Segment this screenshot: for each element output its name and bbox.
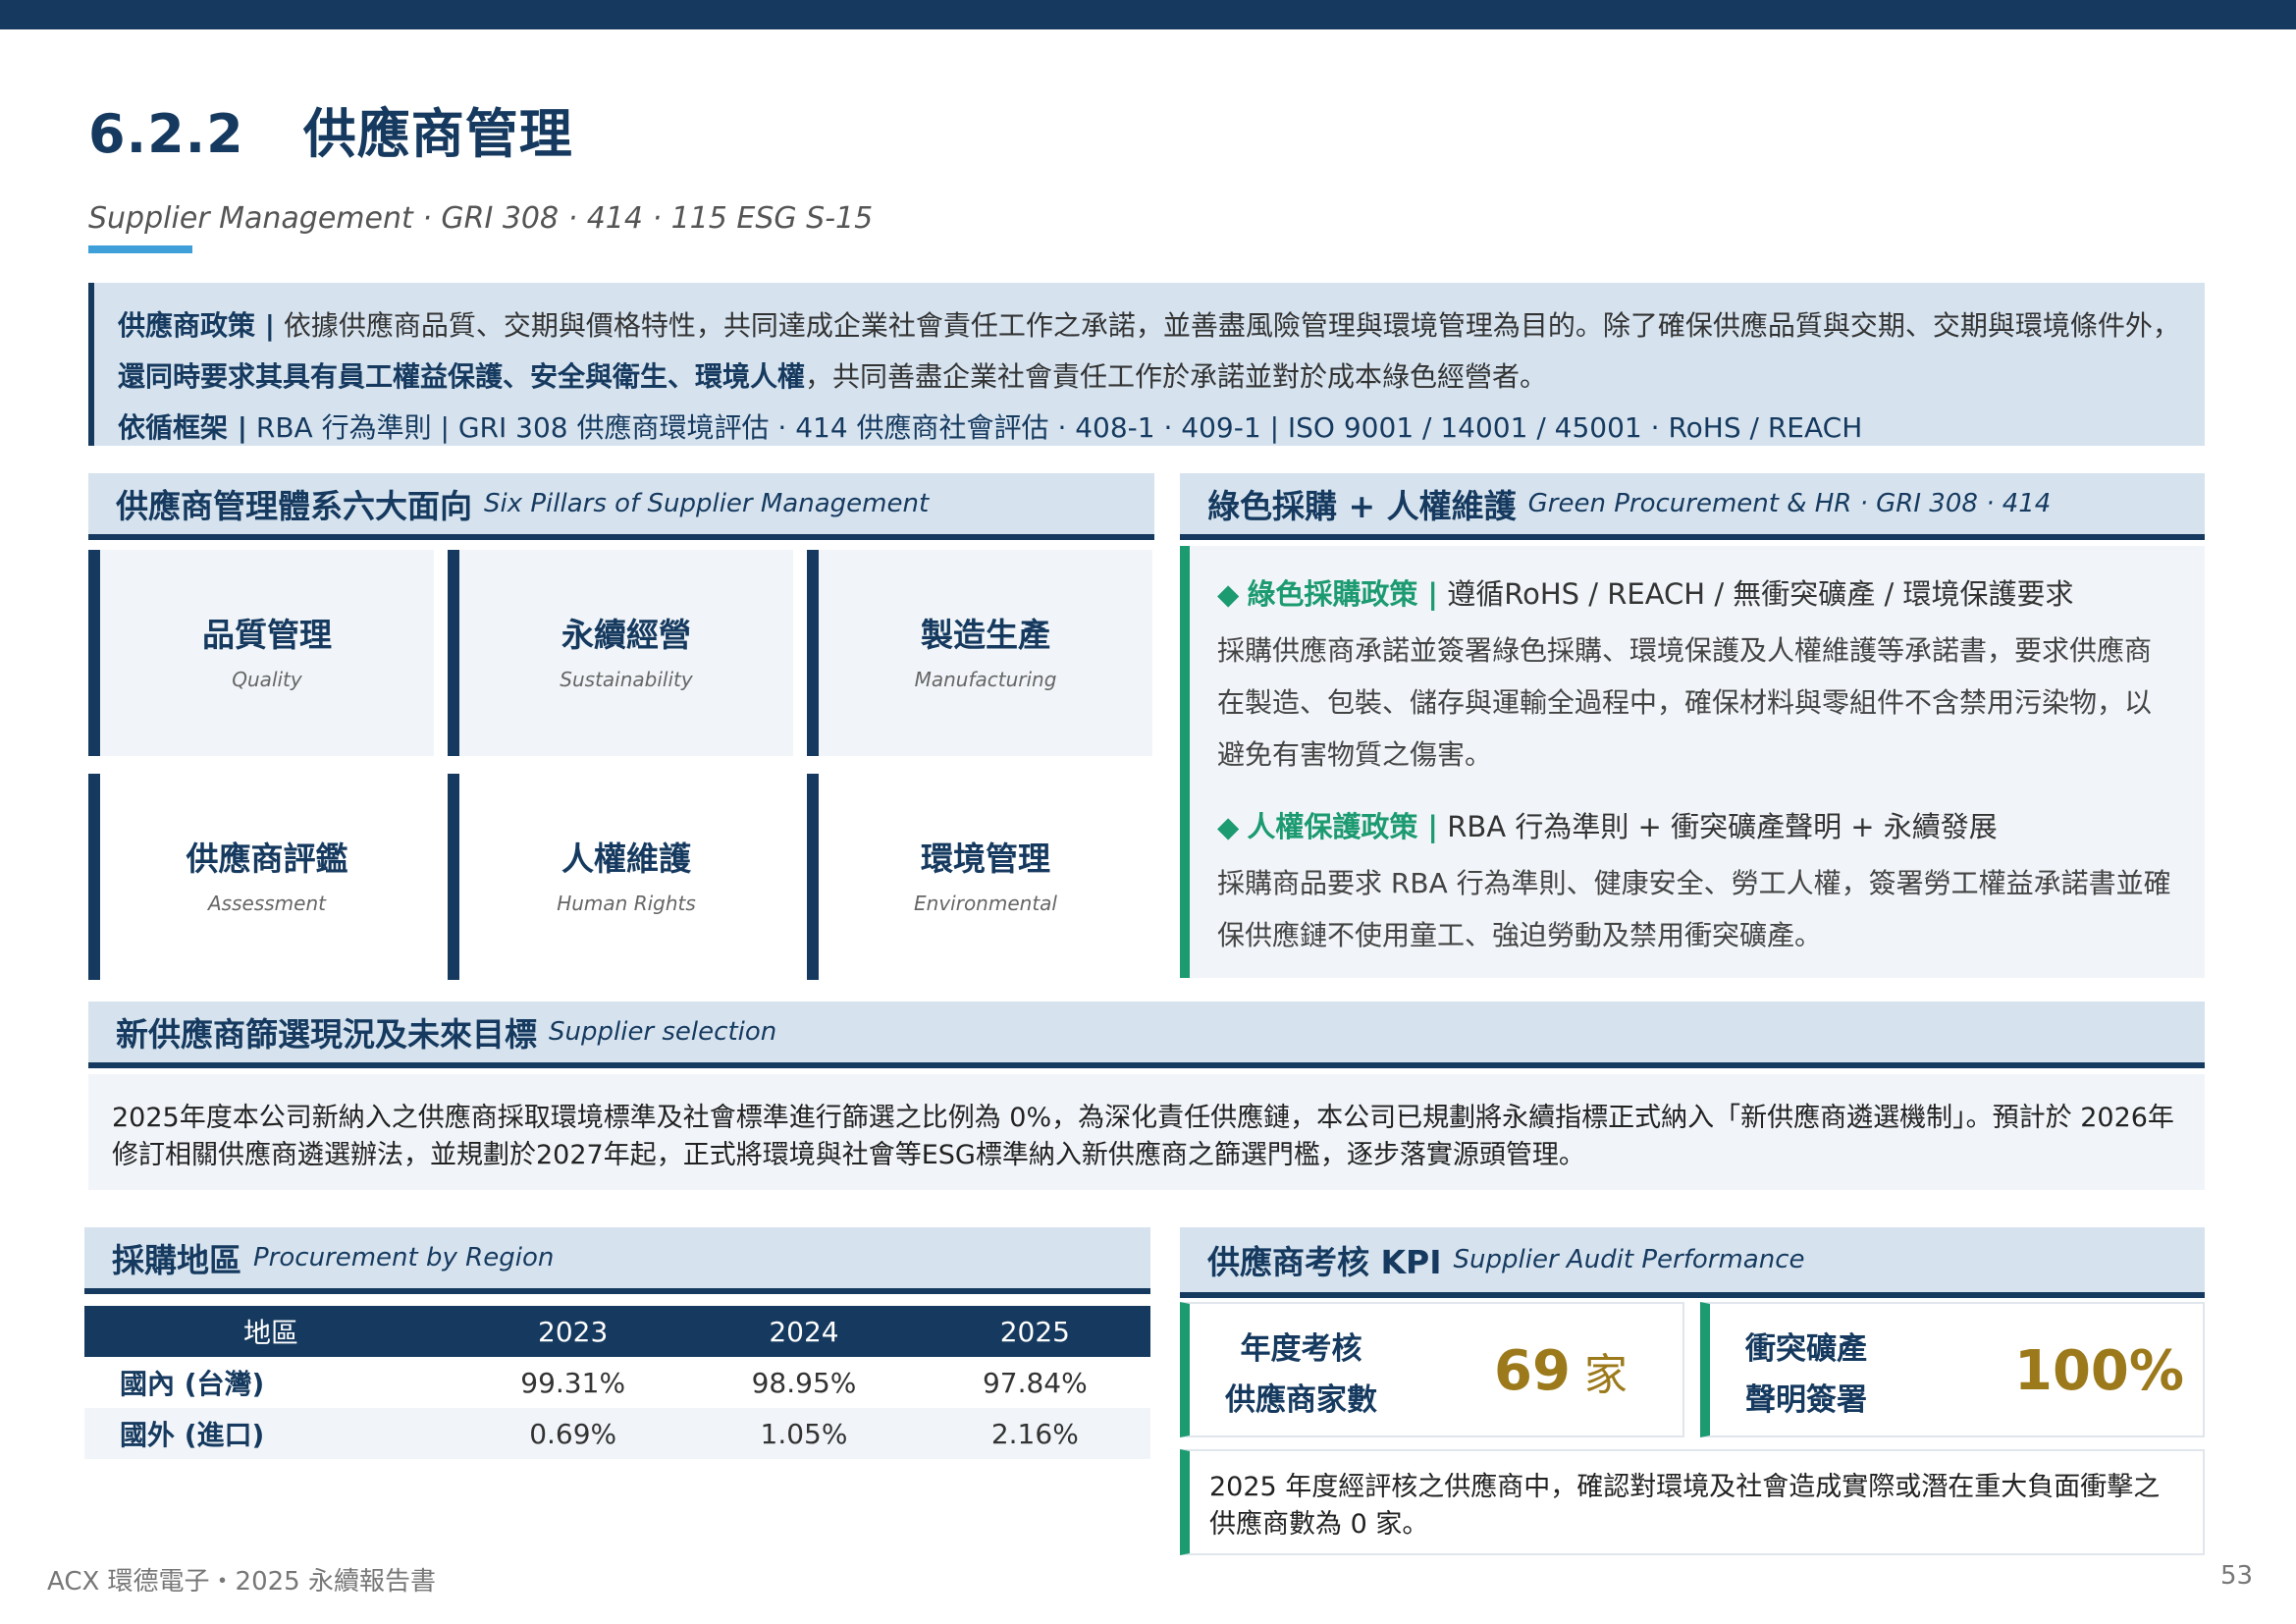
pillar-subtitle: Manufacturing	[914, 668, 1057, 691]
kpi-note: 2025 年度經評核之供應商中，確認對環境及社會造成實際或潛在重大負面衝擊之供應…	[1180, 1449, 2205, 1555]
kpi-label: 衝突礦產 聲明簽署	[1745, 1324, 1867, 1426]
col-header-region: 地區	[84, 1306, 457, 1357]
footer-report-name: ACX 環德電子・2025 永續報告書	[47, 1567, 436, 1597]
region-title-zh: 採購地區	[112, 1241, 241, 1279]
region-table: 地區 2023 2024 2025 國內 (台灣) 99.31% 98.95% …	[84, 1306, 1150, 1459]
pillar-subtitle: Human Rights	[557, 892, 696, 915]
pillar-manufacturing: 製造生產 Manufacturing	[807, 550, 1152, 756]
pillars-header: 供應商管理體系六大面向 Six Pillars of Supplier Mana…	[88, 473, 1154, 540]
page-subtitle: Supplier Management · GRI 308 · 414 · 11…	[88, 201, 874, 236]
page-number: 53	[2220, 1561, 2254, 1591]
pillar-sustainability: 永續經營 Sustainability	[448, 550, 793, 756]
hr-policy-body: 採購商品要求 RBA 行為準則、健康安全、勞工人權，簽署勞工權益承諾書並確保供應…	[1217, 867, 2171, 951]
diamond-bullet-icon: ◆	[1217, 810, 1240, 843]
kpi-label-line: 供應商家數	[1225, 1382, 1377, 1418]
green-policy-title: 綠色採購政策 |	[1247, 577, 1439, 611]
col-header-2023: 2023	[457, 1306, 689, 1357]
table-row: 國外 (進口) 0.69% 1.05% 2.16%	[84, 1408, 1150, 1459]
table-cell: 99.31%	[520, 1366, 626, 1399]
screening-title-en: Supplier selection	[549, 1017, 777, 1047]
screening-body: 2025年度本公司新納入之供應商採取環境標準及社會標準進行篩選之比例為 0%，為…	[88, 1074, 2205, 1190]
kpi-label-line: 聲明簽署	[1745, 1382, 1867, 1418]
table-header-row: 地區 2023 2024 2025	[84, 1306, 1150, 1357]
kpi-value: 69 家	[1494, 1339, 1628, 1403]
kpi-card-conflict-minerals: 衝突礦產 聲明簽署 100%	[1700, 1302, 2205, 1437]
pillar-subtitle: Environmental	[914, 892, 1057, 915]
hr-policy-subhead: RBA 行為準則 + 衝突礦產聲明 + 永續發展	[1438, 810, 1998, 843]
pillars-title-zh: 供應商管理體系六大面向	[116, 487, 472, 525]
pillar-title: 環境管理	[921, 839, 1050, 878]
section-title: 供應商管理	[302, 103, 573, 165]
region-header: 採購地區 Procurement by Region	[84, 1227, 1150, 1294]
pillar-environmental: 環境管理 Environmental	[807, 774, 1152, 980]
pillar-assessment: 供應商評鑑 Assessment	[88, 774, 434, 980]
pillar-title: 供應商評鑑	[186, 839, 348, 878]
green-title-zh: 綠色採購 + 人權維護	[1207, 487, 1517, 525]
col-header-2024: 2024	[688, 1306, 920, 1357]
row-label: 國外 (進口)	[84, 1408, 457, 1459]
policy-bold-text: 還同時要求其具有員工權益保護、安全與衛生、環境人權	[118, 360, 806, 393]
green-header: 綠色採購 + 人權維護 Green Procurement & HR · GRI…	[1180, 473, 2205, 540]
hr-policy-title: 人權保護政策 |	[1247, 810, 1439, 843]
pillar-quality: 品質管理 Quality	[88, 550, 434, 756]
green-policy-head: ◆ 綠色採購政策 | 遵循RoHS / REACH / 無衝突礦產 / 環境保護要…	[1217, 571, 2177, 613]
policy-text-2: ，共同善盡企業社會責任工作於承諾並對於成本綠色經營者。	[805, 360, 1548, 393]
kpi-title-en: Supplier Audit Performance	[1453, 1245, 1805, 1274]
kpi-number: 69	[1494, 1339, 1571, 1403]
kpi-label: 年度考核 供應商家數	[1225, 1324, 1377, 1426]
kpi-card-audit: 年度考核 供應商家數 69 家	[1180, 1302, 1684, 1437]
policy-paragraph: 供應商政策 | 依據供應商品質、交期與價格特性，共同達成企業社會責任工作之承諾，…	[118, 300, 2181, 403]
kpi-header: 供應商考核 KPI Supplier Audit Performance	[1180, 1227, 2205, 1298]
pillars-title-en: Six Pillars of Supplier Management	[484, 489, 930, 518]
screening-title-zh: 新供應商篩選現況及未來目標	[116, 1015, 537, 1054]
policy-label: 供應商政策 |	[118, 309, 275, 342]
top-banner	[0, 0, 2296, 29]
framework-label: 依循框架 |	[118, 411, 247, 444]
pillar-title: 品質管理	[202, 616, 332, 654]
green-procurement-box: ◆ 綠色採購政策 | 遵循RoHS / REACH / 無衝突礦產 / 環境保護要…	[1180, 546, 2205, 978]
policy-text: 依據供應商品質、交期與價格特性，共同達成企業社會責任工作之承諾，並善盡風險管理與…	[274, 309, 2180, 342]
section-number: 6.2.2	[88, 103, 244, 165]
table-cell: 98.95%	[751, 1366, 857, 1399]
pillar-subtitle: Quality	[232, 668, 302, 691]
framework-text: RBA 行為準則 | GRI 308 供應商環境評估 · 414 供應商社會評估…	[246, 411, 1863, 444]
pillar-title: 人權維護	[561, 839, 691, 878]
table-cell: 1.05%	[688, 1408, 920, 1459]
pillar-title: 製造生產	[921, 616, 1050, 654]
table-cell: 0.69%	[457, 1408, 689, 1459]
green-title-en: Green Procurement & HR · GRI 308 · 414	[1527, 489, 2052, 518]
pillar-title: 永續經營	[561, 616, 691, 654]
kpi-label-line: 年度考核	[1240, 1331, 1362, 1367]
green-policy-body: 採購供應商承諾並簽署綠色採購、環境保護及人權維護等承諾書，要求供應商在製造、包裝…	[1217, 634, 2153, 771]
framework-line: 依循框架 | RBA 行為準則 | GRI 308 供應商環境評估 · 414 …	[118, 403, 2181, 454]
screening-header: 新供應商篩選現況及未來目標 Supplier selection	[88, 1001, 2205, 1068]
diamond-bullet-icon: ◆	[1217, 577, 1240, 611]
col-header-2025: 2025	[919, 1306, 1150, 1357]
pillar-subtitle: Sustainability	[560, 668, 693, 691]
page-title: 6.2.2 供應商管理	[88, 90, 573, 168]
kpi-unit: 家	[1570, 1350, 1628, 1400]
table-row: 國內 (台灣) 99.31% 98.95% 97.84%	[84, 1357, 1150, 1408]
table-cell: 97.84%	[982, 1366, 1088, 1399]
table-cell: 2.16%	[919, 1408, 1150, 1459]
pillar-subtitle: Assessment	[208, 892, 326, 915]
region-title-en: Procurement by Region	[253, 1243, 555, 1272]
green-policy-subhead: 遵循RoHS / REACH / 無衝突礦產 / 環境保護要求	[1438, 577, 2074, 611]
row-label: 國內 (台灣)	[120, 1368, 265, 1400]
kpi-label-line: 衝突礦產	[1745, 1331, 1867, 1367]
hr-policy-head: ◆ 人權保護政策 | RBA 行為準則 + 衝突礦產聲明 + 永續發展	[1217, 804, 2177, 845]
supplier-policy-box: 供應商政策 | 依據供應商品質、交期與價格特性，共同達成企業社會責任工作之承諾，…	[88, 283, 2205, 446]
subtitle-underline	[88, 245, 192, 253]
pillar-human-rights: 人權維護 Human Rights	[448, 774, 793, 980]
pillars-grid: 品質管理 Quality 永續經營 Sustainability 製造生產 Ma…	[88, 550, 1154, 982]
kpi-title-zh: 供應商考核 KPI	[1207, 1243, 1442, 1281]
kpi-value: 100%	[2014, 1339, 2185, 1403]
